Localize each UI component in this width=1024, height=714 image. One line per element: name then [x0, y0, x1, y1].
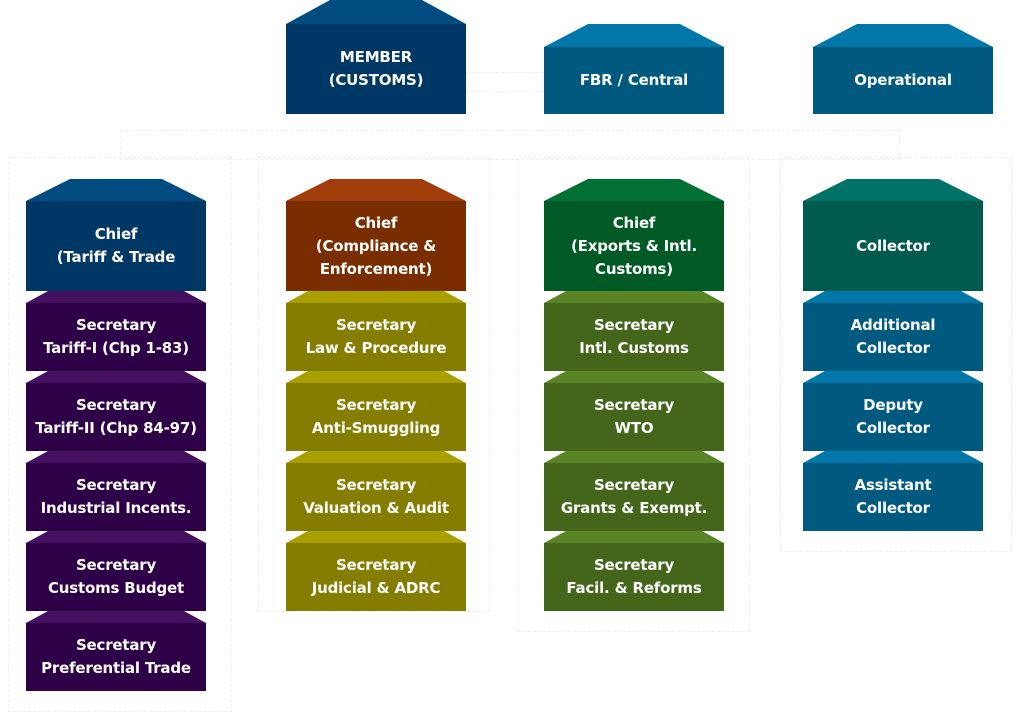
sub-box-exports-intl-customs-bevel	[544, 291, 724, 303]
chief-tariff-trade-bevel	[26, 179, 206, 201]
sub-box-tariff-trade-label: Secretary Customs Budget	[26, 543, 206, 611]
chief-tariff-trade: Chief (Tariff & Trade	[26, 179, 206, 291]
chief-tariff-trade-label: Chief (Tariff & Trade	[26, 201, 206, 291]
sub-box-tariff-trade: Secretary Industrial Incents.	[26, 451, 206, 531]
connector-frame	[466, 72, 544, 92]
box-operational-label: Operational	[813, 47, 993, 114]
sub-box-compliance-enforcement: Secretary Law & Procedure	[286, 291, 466, 371]
sub-box-exports-intl-customs-label: Secretary Grants & Exempt.	[544, 463, 724, 531]
sub-box-collectorate-label: Assistant Collector	[803, 463, 983, 531]
sub-box-tariff-trade-bevel	[26, 531, 206, 543]
sub-box-compliance-enforcement: Secretary Valuation & Audit	[286, 451, 466, 531]
sub-box-tariff-trade-label: Secretary Preferential Trade	[26, 623, 206, 691]
sub-box-tariff-trade-label: Secretary Tariff-I (Chp 1-83)	[26, 303, 206, 371]
sub-box-tariff-trade-bevel	[26, 371, 206, 383]
sub-box-tariff-trade-bevel	[26, 451, 206, 463]
sub-box-compliance-enforcement-label: Secretary Anti-Smuggling	[286, 383, 466, 451]
sub-box-compliance-enforcement-bevel	[286, 531, 466, 543]
sub-box-compliance-enforcement-bevel	[286, 291, 466, 303]
box-member-customs: MEMBER (CUSTOMS)	[286, 0, 466, 114]
sub-box-collectorate: Assistant Collector	[803, 451, 983, 531]
chief-compliance-enforcement-label: Chief (Compliance & Enforcement)	[286, 201, 466, 291]
chief-compliance-enforcement: Chief (Compliance & Enforcement)	[286, 179, 466, 291]
sub-box-collectorate-label: Deputy Collector	[803, 383, 983, 451]
sub-box-compliance-enforcement-label: Secretary Valuation & Audit	[286, 463, 466, 531]
box-member-customs-bevel	[286, 0, 466, 24]
sub-box-tariff-trade-bevel	[26, 611, 206, 623]
sub-box-collectorate: Deputy Collector	[803, 371, 983, 451]
sub-box-exports-intl-customs-label: Secretary Intl. Customs	[544, 303, 724, 371]
sub-box-compliance-enforcement-bevel	[286, 371, 466, 383]
chief-compliance-enforcement-bevel	[286, 179, 466, 201]
chief-exports-intl-customs-label: Chief (Exports & Intl. Customs)	[544, 201, 724, 291]
sub-box-collectorate-label: Additional Collector	[803, 303, 983, 371]
sub-box-exports-intl-customs: Secretary WTO	[544, 371, 724, 451]
chief-collectorate: Collector	[803, 179, 983, 291]
box-fbr-central: FBR / Central	[544, 24, 724, 114]
sub-box-compliance-enforcement-label: Secretary Law & Procedure	[286, 303, 466, 371]
box-operational: Operational	[813, 24, 993, 114]
sub-box-exports-intl-customs-label: Secretary Facil. & Reforms	[544, 543, 724, 611]
sub-box-collectorate-bevel	[803, 291, 983, 303]
chief-exports-intl-customs-bevel	[544, 179, 724, 201]
sub-box-collectorate-bevel	[803, 451, 983, 463]
box-member-customs-label: MEMBER (CUSTOMS)	[286, 24, 466, 114]
sub-box-compliance-enforcement: Secretary Anti-Smuggling	[286, 371, 466, 451]
sub-box-compliance-enforcement-label: Secretary Judicial & ADRC	[286, 543, 466, 611]
sub-box-compliance-enforcement-bevel	[286, 451, 466, 463]
sub-box-tariff-trade: Secretary Customs Budget	[26, 531, 206, 611]
sub-box-exports-intl-customs: Secretary Grants & Exempt.	[544, 451, 724, 531]
sub-box-tariff-trade: Secretary Preferential Trade	[26, 611, 206, 691]
sub-box-tariff-trade-label: Secretary Industrial Incents.	[26, 463, 206, 531]
chief-collectorate-bevel	[803, 179, 983, 201]
sub-box-exports-intl-customs-label: Secretary WTO	[544, 383, 724, 451]
sub-box-compliance-enforcement: Secretary Judicial & ADRC	[286, 531, 466, 611]
sub-box-tariff-trade-bevel	[26, 291, 206, 303]
sub-box-tariff-trade-label: Secretary Tariff-II (Chp 84-97)	[26, 383, 206, 451]
box-operational-bevel	[813, 24, 993, 47]
sub-box-exports-intl-customs-bevel	[544, 531, 724, 543]
sub-box-collectorate-bevel	[803, 371, 983, 383]
sub-box-tariff-trade: Secretary Tariff-I (Chp 1-83)	[26, 291, 206, 371]
box-fbr-central-label: FBR / Central	[544, 47, 724, 114]
sub-box-exports-intl-customs-bevel	[544, 371, 724, 383]
chief-collectorate-label: Collector	[803, 201, 983, 291]
sub-box-exports-intl-customs-bevel	[544, 451, 724, 463]
sub-box-exports-intl-customs: Secretary Intl. Customs	[544, 291, 724, 371]
chief-exports-intl-customs: Chief (Exports & Intl. Customs)	[544, 179, 724, 291]
sub-box-collectorate: Additional Collector	[803, 291, 983, 371]
sub-box-exports-intl-customs: Secretary Facil. & Reforms	[544, 531, 724, 611]
connector-frame	[120, 130, 900, 160]
sub-box-tariff-trade: Secretary Tariff-II (Chp 84-97)	[26, 371, 206, 451]
box-fbr-central-bevel	[544, 24, 724, 47]
